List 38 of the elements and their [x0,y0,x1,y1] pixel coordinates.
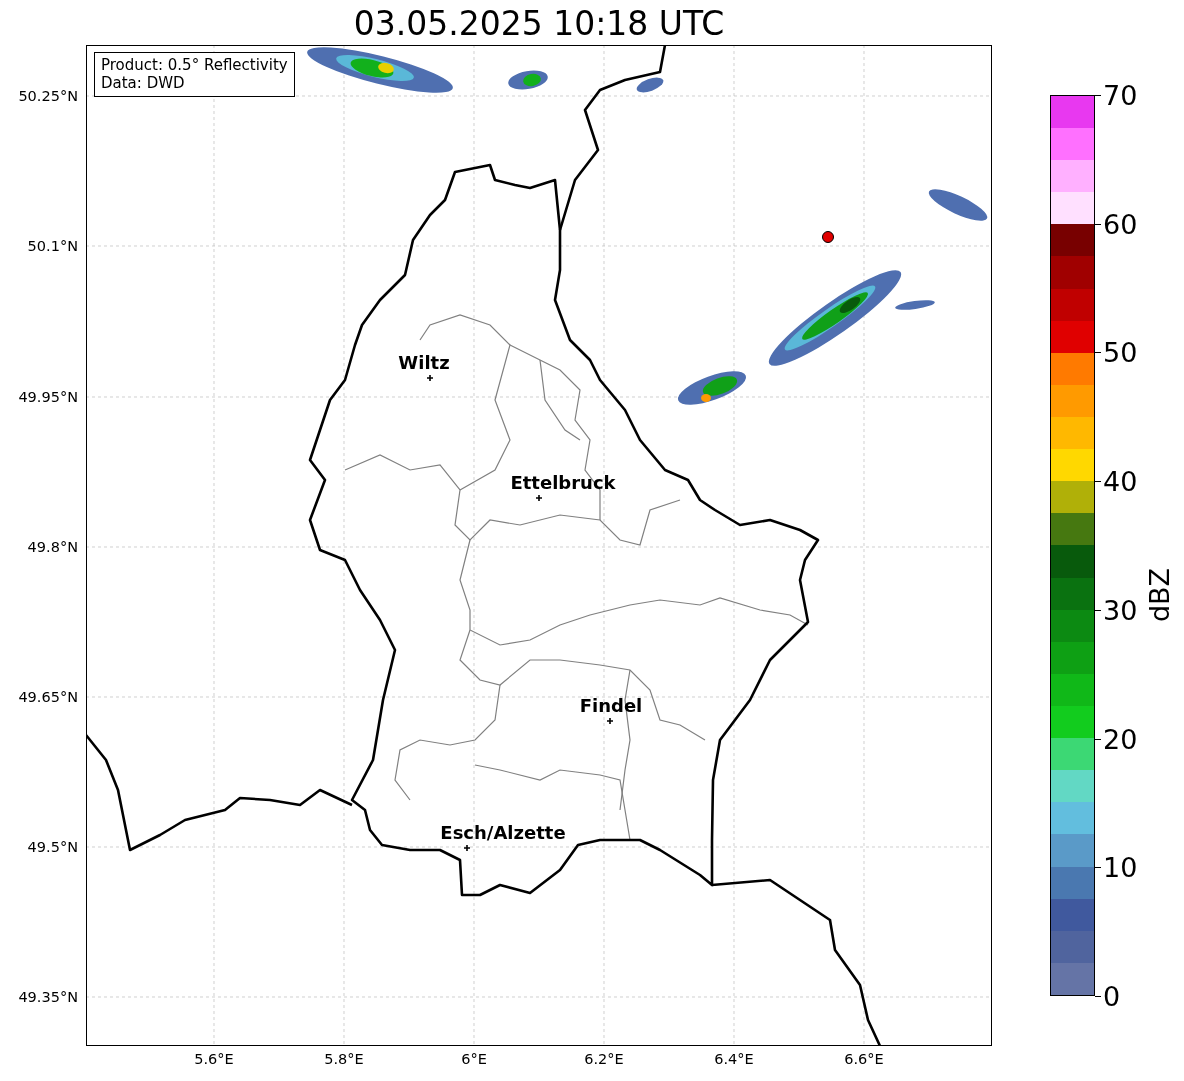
city-marker [535,494,543,502]
scale-tick-label: 30 [1103,594,1138,626]
city-label: Esch/Alzette [440,821,566,843]
city-marker [426,374,434,382]
city-label: Findel [579,694,643,716]
latitude-label: 49.5°N [27,839,78,855]
longitude-label: 6.4°E [714,1051,754,1067]
longitude-label: 6.2°E [584,1051,624,1067]
longitude-label: 6.6°E [844,1051,884,1067]
scale-tick-label: 60 [1103,208,1138,240]
chart-title: 03.05.2025 10:18 UTC [353,4,725,43]
info-text: Data: DWD [101,74,186,92]
scale-tick-label: 20 [1103,723,1138,755]
info-text: Product: 0.5° Reflectivity [101,56,288,74]
city-marker [606,717,614,725]
scale-tick-label: 70 [1103,79,1138,111]
scale-tick-label: 0 [1103,980,1121,1012]
radar-site-marker [822,231,834,243]
scale-unit-label: dBZ [1143,567,1175,623]
longitude-label: 6°E [461,1051,487,1067]
city-marker [463,844,471,852]
latitude-label: 50.25°N [18,88,78,104]
city-label: Wiltz [398,351,450,373]
latitude-label: 50.1°N [27,238,78,254]
latitude-label: 49.95°N [18,389,78,405]
radar-echo [508,70,548,90]
longitude-label: 5.8°E [324,1051,364,1067]
radar-echo [677,371,747,405]
city-label: Ettelbruck [510,471,616,493]
latitude-label: 49.35°N [18,989,78,1005]
latitude-label: 49.65°N [18,689,78,705]
latitude-label: 49.8°N [27,539,78,555]
scale-tick-label: 50 [1103,336,1138,368]
longitude-label: 5.6°E [194,1051,234,1067]
radar-echo [928,189,988,221]
scale-tick-label: 40 [1103,465,1138,497]
radar-echo [636,77,664,93]
scale-tick-label: 10 [1103,851,1138,883]
